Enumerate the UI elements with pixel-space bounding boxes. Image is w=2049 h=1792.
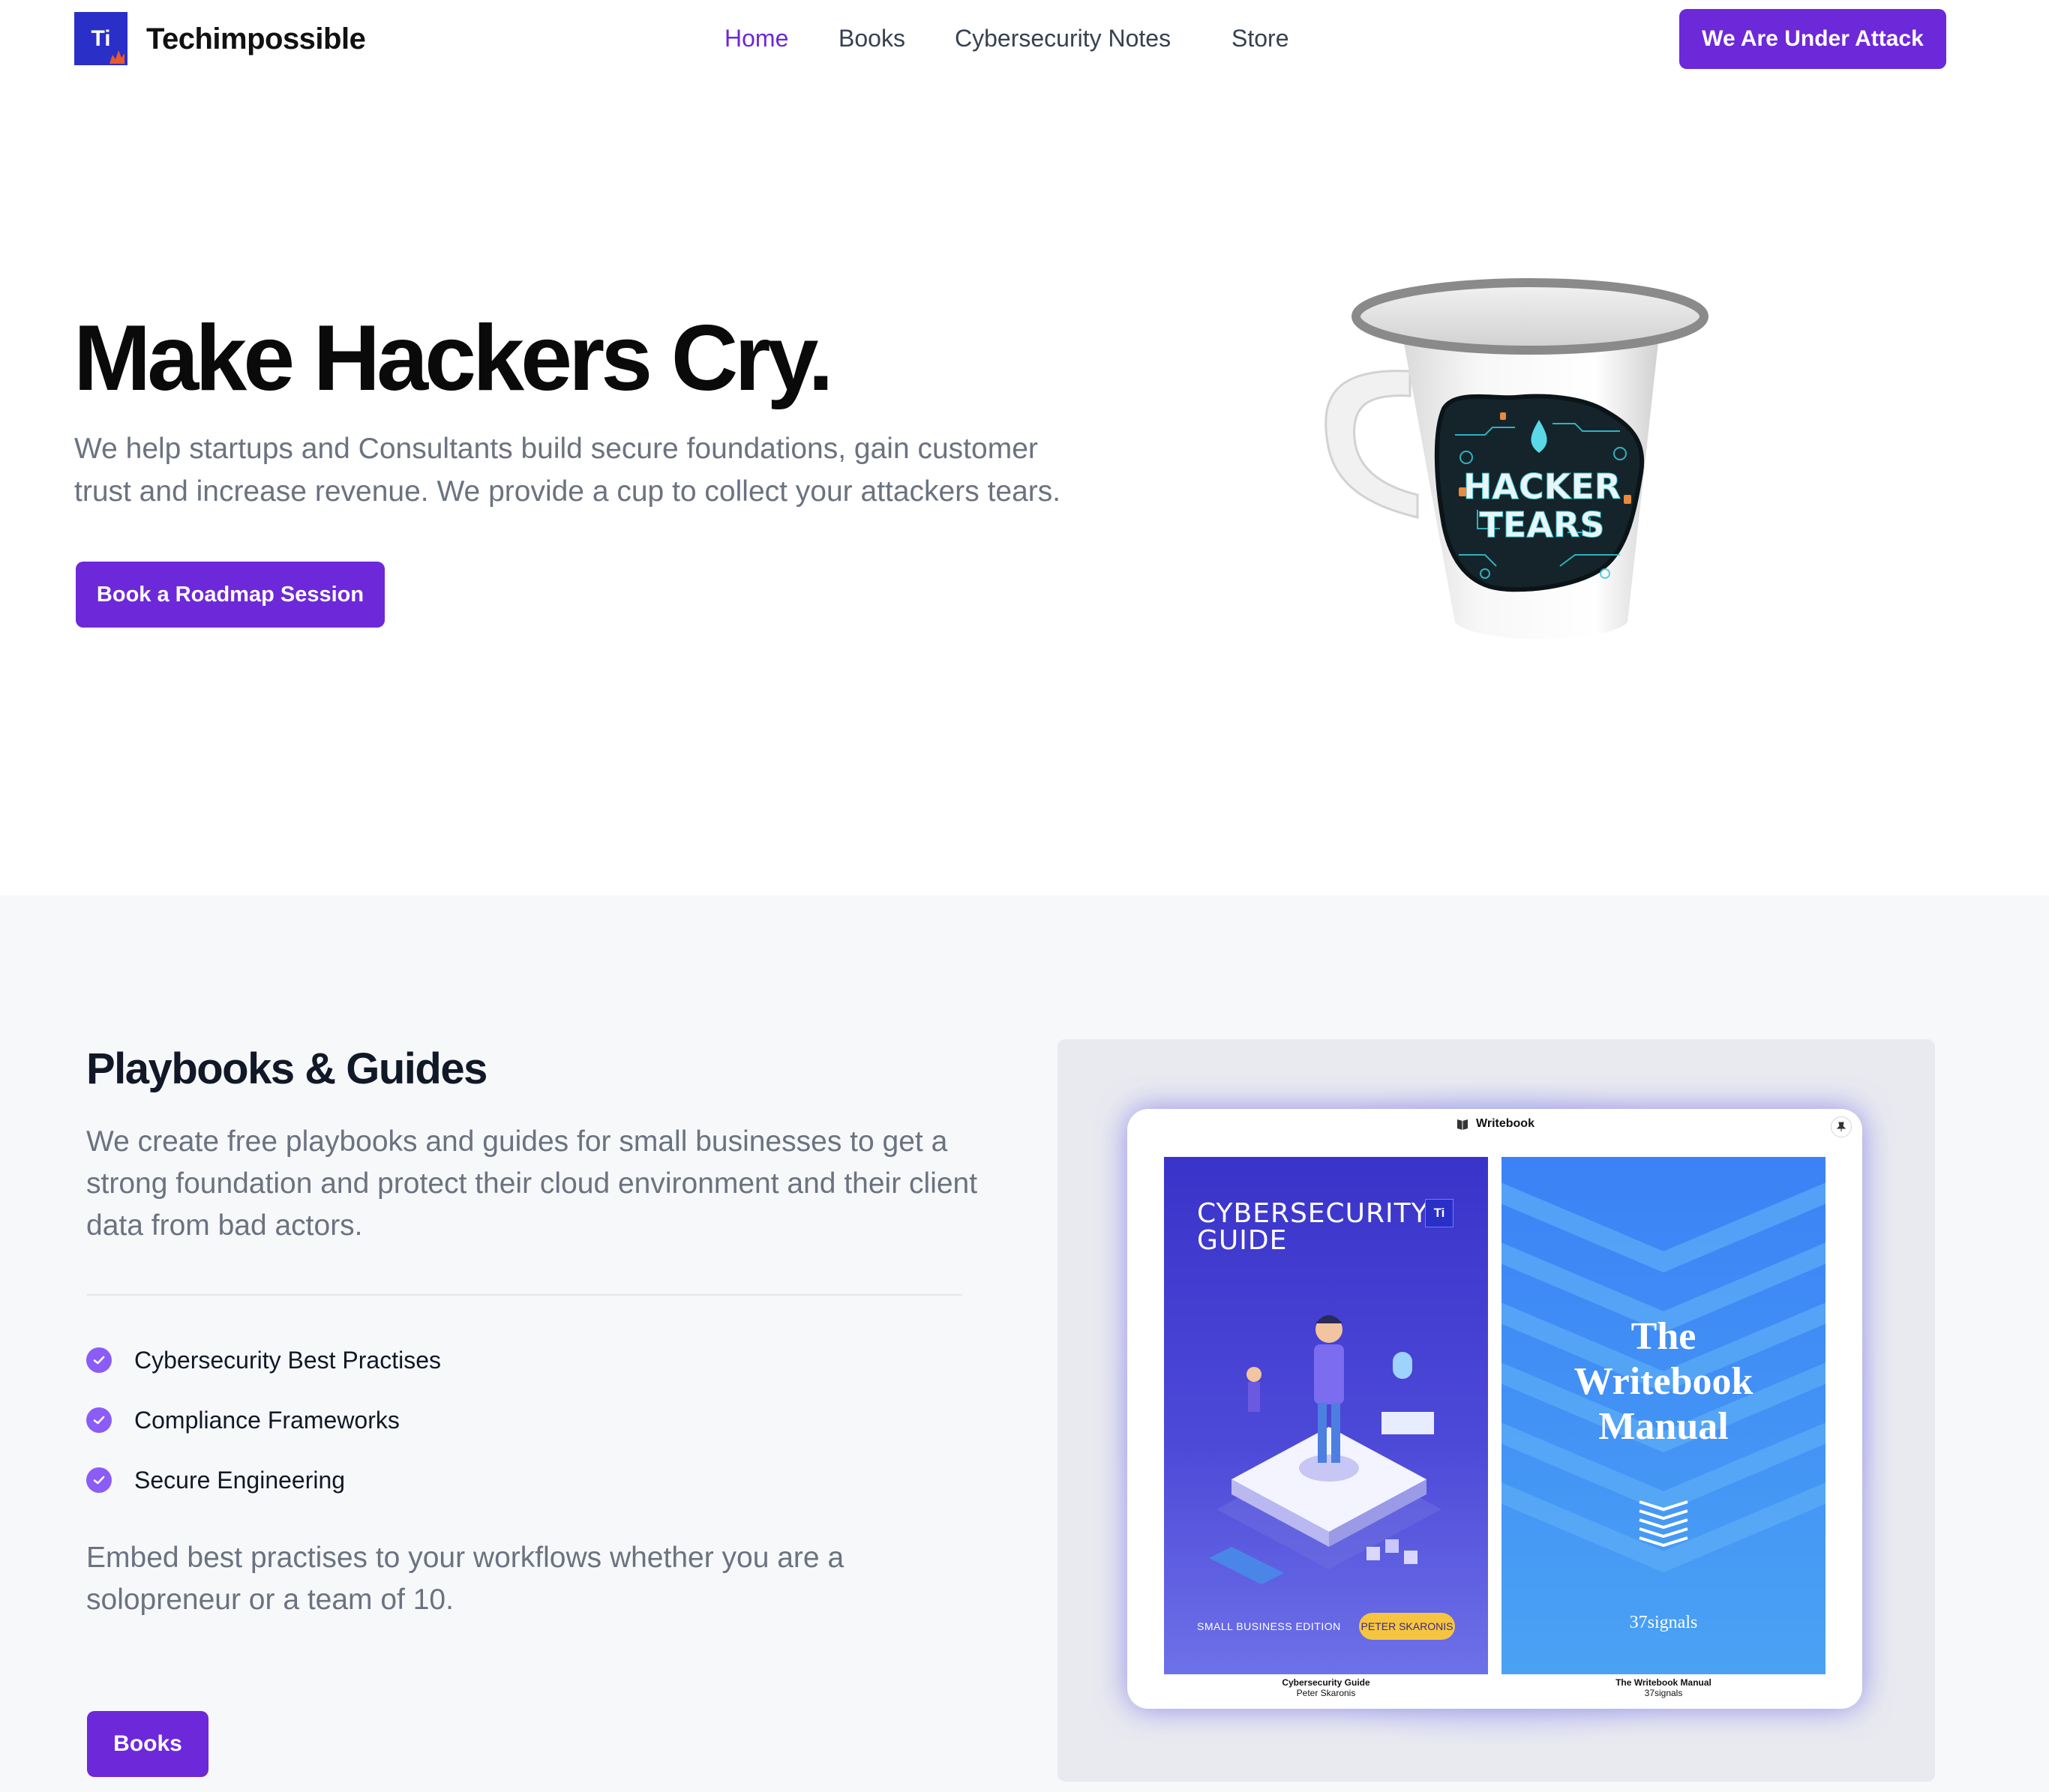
playbooks-description: We create free playbooks and guides for …	[86, 1125, 978, 1242]
writebook-app-name: Writebook	[1476, 1117, 1534, 1130]
cover-title: CYBERSECURITY GUIDE	[1197, 1198, 1429, 1256]
cover-publisher: 37signals	[1629, 1613, 1698, 1632]
pin-icon[interactable]	[1831, 1116, 1852, 1137]
caption-author: 37signals	[1644, 1688, 1683, 1698]
nav-store[interactable]: Store	[1232, 25, 1288, 52]
book-roadmap-button[interactable]: Book a Roadmap Session	[76, 562, 385, 628]
caption-title: The Writebook Manual	[1616, 1677, 1712, 1688]
playbooks-embed-text: Embed best practises to your workflows w…	[86, 1542, 844, 1616]
nav-home[interactable]: Home	[724, 25, 788, 52]
feature-item: Compliance Frameworks	[86, 1405, 400, 1435]
cover-edition: SMALL BUSINESS EDITION	[1197, 1620, 1341, 1632]
cover-author-badge: PETER SKARONIS	[1359, 1613, 1455, 1640]
book-icon	[1457, 1119, 1468, 1130]
divider	[86, 1294, 962, 1296]
feature-item: Cybersecurity Best Practises	[86, 1345, 441, 1375]
book-caption: The Writebook Manual 37signals	[1502, 1677, 1826, 1698]
site-header: Ti Techimpossible Home Books Cybersecuri…	[0, 0, 2049, 82]
isometric-illustration	[1209, 1315, 1442, 1584]
check-circle-icon	[86, 1407, 112, 1433]
cybersecurity-guide-cover[interactable]: CYBERSECURITY GUIDE Ti SMALL BUSINESS ED…	[1164, 1157, 1488, 1674]
caption-author: Peter Skaronis	[1296, 1688, 1356, 1698]
writebook-brand: Writebook	[1127, 1116, 1862, 1131]
nav-cybersecurity-notes[interactable]: Cybersecurity Notes	[955, 25, 1171, 52]
playbooks-title: Playbooks & Guides	[86, 1044, 488, 1093]
feature-label: Cybersecurity Best Practises	[134, 1346, 442, 1374]
pages-stack-icon	[1639, 1500, 1688, 1548]
logo[interactable]: Ti	[74, 12, 128, 65]
books-button[interactable]: Books	[87, 1711, 208, 1777]
feature-item: Secure Engineering	[86, 1465, 345, 1495]
cover-logo: Ti	[1425, 1199, 1454, 1227]
feature-label: Secure Engineering	[134, 1466, 346, 1494]
hero-subtitle: We help startups and Consultants build s…	[74, 433, 1061, 508]
brand-name[interactable]: Techimpossible	[146, 22, 366, 56]
check-circle-icon	[86, 1347, 112, 1373]
hacker-tears-mug-image: HACKER TEARS	[1324, 278, 1708, 640]
under-attack-button[interactable]: We Are Under Attack	[1679, 9, 1946, 69]
hero-title: Make Hackers Cry.	[74, 307, 834, 410]
flame-icon	[110, 50, 124, 64]
nav-books[interactable]: Books	[838, 25, 905, 52]
mug-text-line-1: HACKER	[1463, 466, 1621, 507]
book-caption: Cybersecurity Guide Peter Skaronis	[1164, 1677, 1488, 1698]
feature-label: Compliance Frameworks	[134, 1406, 400, 1434]
mug-text-line-2: TEARS	[1480, 505, 1605, 545]
logo-text: Ti	[91, 25, 111, 51]
writebook-manual-cover[interactable]: The Writebook Manual 37signals	[1502, 1157, 1826, 1674]
check-circle-icon	[86, 1467, 112, 1493]
caption-title: Cybersecurity Guide	[1282, 1677, 1370, 1688]
writebook-screenshot: Writebook CYBERSECURITY GUIDE Ti SMALL B…	[1058, 1039, 1935, 1782]
cover-title: The Writebook Manual	[1574, 1315, 1754, 1448]
writebook-window: Writebook CYBERSECURITY GUIDE Ti SMALL B…	[1127, 1109, 1862, 1709]
